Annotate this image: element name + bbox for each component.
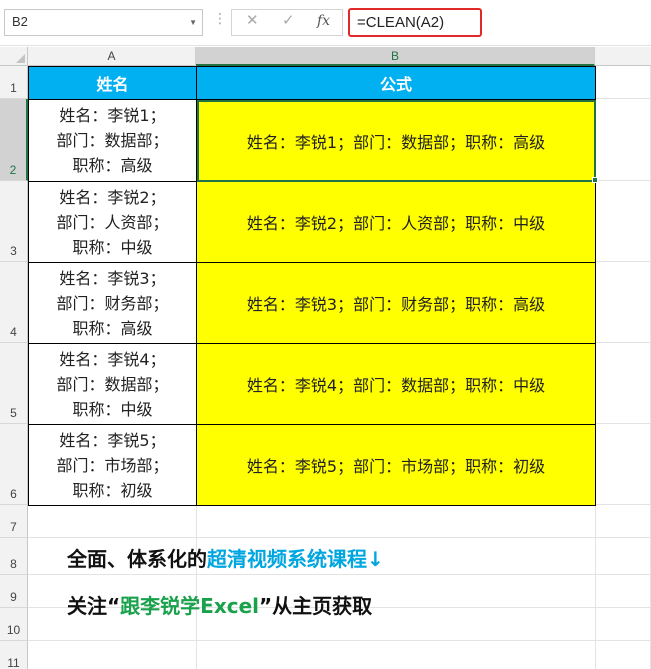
row-number: 3 — [10, 244, 17, 258]
header-cell-name[interactable]: 姓名 — [29, 67, 197, 100]
promo-text: ”从主页获取 — [259, 594, 373, 618]
cell-line: 职称：中级 — [72, 399, 153, 419]
select-all-button[interactable] — [0, 47, 28, 66]
row-number: 8 — [10, 557, 17, 571]
table-cell-b2-selected[interactable]: 姓名：李锐1；部门：数据部；职称：高级 — [197, 100, 596, 182]
row-header-3[interactable]: 3 — [0, 181, 28, 262]
cell-line: 职称：中级 — [72, 237, 153, 257]
row-header-5[interactable]: 5 — [0, 343, 28, 424]
promo-highlight-green: 跟李锐学Excel — [120, 594, 259, 618]
formula-bar: B2 ▼ ⋮ ✕ ✓ fx =CLEAN(A2) — [0, 0, 651, 46]
gridline — [595, 261, 651, 262]
table-cell-b6[interactable]: 姓名：李锐5；部门：市场部；职称：初级 — [197, 425, 596, 506]
more-options-icon[interactable]: ⋮ — [213, 12, 227, 26]
cell-line: 部门：市场部； — [56, 455, 169, 475]
cell-line: 部门：财务部； — [56, 293, 169, 313]
promo-highlight-blue: 超清视频系统课程 — [207, 547, 367, 571]
formula-input[interactable]: =CLEAN(A2) — [348, 8, 482, 37]
row-header-2[interactable]: 2 — [0, 99, 28, 181]
row-number: 5 — [10, 406, 17, 420]
table-cell-b5[interactable]: 姓名：李锐4；部门：数据部；职称：中级 — [197, 344, 596, 425]
cell-line: 姓名：李锐4； — [59, 349, 166, 369]
gridline — [595, 504, 651, 505]
close-icon[interactable]: ✕ — [246, 13, 259, 28]
row-number: 9 — [10, 590, 17, 604]
row-header-11[interactable]: 11 — [0, 641, 28, 669]
gridline — [595, 423, 651, 424]
select-all-icon — [16, 54, 25, 63]
row-header-7[interactable]: 7 — [0, 505, 28, 538]
promo-line-1: 全面、体系化的超清视频系统课程↓ — [67, 543, 384, 572]
table-cell-b4[interactable]: 姓名：李锐3；部门：财务部；职称：高级 — [197, 263, 596, 344]
row-header-8[interactable]: 8 — [0, 538, 28, 575]
check-icon[interactable]: ✓ — [282, 13, 295, 28]
gridline — [595, 505, 596, 669]
formula-buttons: ✕ ✓ fx — [231, 9, 343, 36]
chevron-down-icon[interactable]: ▼ — [189, 18, 197, 27]
column-header-c[interactable] — [595, 47, 651, 66]
row-header-6[interactable]: 6 — [0, 424, 28, 505]
name-box[interactable]: B2 ▼ — [4, 9, 203, 36]
table-cell-b3[interactable]: 姓名：李锐2；部门：人资部；职称：中级 — [197, 182, 596, 263]
header-cell-formula[interactable]: 公式 — [197, 67, 596, 100]
table-cell-a3[interactable]: 姓名：李锐2； 部门：人资部； 职称：中级 — [29, 182, 197, 263]
gridline — [595, 342, 651, 343]
promo-line-2: 关注“跟李锐学Excel”从主页获取 — [67, 590, 372, 619]
row-number: 11 — [7, 656, 20, 669]
table-cell-a4[interactable]: 姓名：李锐3； 部门：财务部； 职称：高级 — [29, 263, 197, 344]
promo-text: 全面、体系化的 — [67, 547, 207, 571]
cell-line: 姓名：李锐1； — [59, 106, 166, 125]
formula-text: =CLEAN(A2) — [357, 14, 445, 31]
cell-line: 职称：初级 — [72, 480, 153, 500]
table-cell-a5[interactable]: 姓名：李锐4； 部门：数据部； 职称：中级 — [29, 344, 197, 425]
gridline — [595, 98, 651, 99]
fill-handle[interactable] — [592, 177, 598, 183]
cell-line: 职称：高级 — [72, 156, 153, 175]
row-number: 6 — [10, 487, 17, 501]
gridline — [28, 574, 651, 575]
row-header-9[interactable]: 9 — [0, 575, 28, 608]
name-box-value: B2 — [12, 14, 28, 29]
promo-text: 关注“ — [67, 594, 121, 618]
column-header-b[interactable]: B — [196, 47, 595, 66]
row-number: 1 — [10, 81, 17, 95]
cell-line: 部门：人资部； — [56, 212, 169, 232]
row-number: 7 — [10, 520, 17, 534]
row-number: 2 — [9, 163, 17, 177]
column-header-a[interactable]: A — [28, 47, 196, 66]
data-table: 姓名 公式 姓名：李锐1； 部门：数据部； 职称：高级 姓名：李锐1；部门：数据… — [28, 66, 596, 506]
down-arrow-icon: ↓ — [367, 547, 384, 571]
table-cell-a2[interactable]: 姓名：李锐1； 部门：数据部； 职称：高级 — [29, 100, 197, 182]
cell-line: 部门：数据部； — [56, 131, 169, 150]
gridline — [28, 640, 651, 641]
function-icon[interactable]: fx — [317, 14, 330, 28]
cell-line: 职称：高级 — [72, 318, 153, 338]
gridline — [595, 180, 651, 181]
row-number: 4 — [10, 325, 17, 339]
cell-line: 姓名：李锐5； — [59, 430, 166, 450]
row-header-4[interactable]: 4 — [0, 262, 28, 343]
gridline — [28, 537, 651, 538]
cell-line: 姓名：李锐2； — [59, 187, 166, 207]
table-cell-a6[interactable]: 姓名：李锐5； 部门：市场部； 职称：初级 — [29, 425, 197, 506]
cell-line: 姓名：李锐3； — [59, 268, 166, 288]
row-header-1[interactable]: 1 — [0, 66, 28, 99]
row-header-10[interactable]: 10 — [0, 608, 28, 641]
cell-line: 部门：数据部； — [56, 374, 169, 394]
row-number: 10 — [6, 623, 21, 637]
gridline — [196, 505, 197, 669]
